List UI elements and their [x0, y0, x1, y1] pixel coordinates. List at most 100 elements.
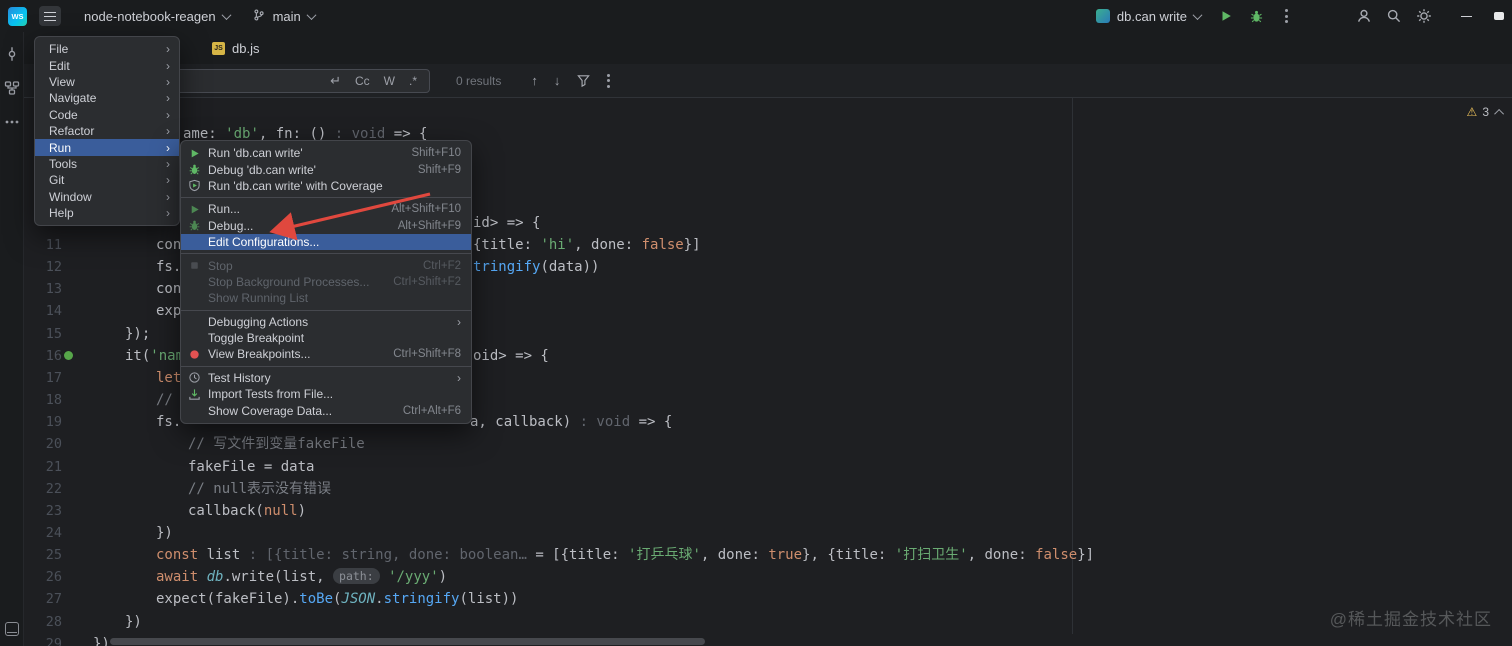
empty-icon-slot — [187, 315, 202, 329]
run-config-icon — [1095, 9, 1110, 23]
menu-item-label: View — [49, 74, 75, 89]
menu-item-label: Tools — [49, 156, 78, 171]
menu-item-label: Debugging Actions — [208, 314, 309, 329]
user-account-button[interactable] — [1352, 4, 1376, 28]
menu-item-edit[interactable]: Edit › — [35, 57, 179, 73]
menu-item-edit-configurations[interactable]: Edit Configurations... — [181, 233, 471, 251]
menu-item-help[interactable]: Help › — [35, 205, 179, 221]
menu-item-test-history[interactable]: Test History › — [181, 370, 471, 386]
menu-item-import-tests-from-file[interactable]: Import Tests from File... — [181, 386, 471, 402]
menu-item-shortcut: Shift+F9 — [417, 163, 461, 176]
empty-icon-slot — [187, 331, 202, 345]
menu-item-run-db-can-write[interactable]: Run 'db.can write' Shift+F10 — [181, 145, 471, 161]
menu-item-navigate[interactable]: Navigate › — [35, 90, 179, 106]
regex-toggle[interactable]: .* — [409, 75, 417, 87]
menu-item-shortcut: Alt+Shift+F9 — [397, 219, 461, 232]
debug-button[interactable] — [1244, 4, 1268, 28]
tab-db-js[interactable]: JS db.js — [200, 32, 271, 64]
tab-bar: JS db.js — [24, 32, 1512, 64]
more-run-actions-button[interactable] — [1274, 4, 1298, 28]
commit-tool-icon[interactable] — [4, 46, 20, 62]
bug-icon — [1250, 10, 1262, 22]
newline-icon[interactable]: ↵ — [330, 74, 341, 87]
menu-item-debug-db-can-write[interactable]: Debug 'db.can write' Shift+F9 — [181, 161, 471, 177]
menu-item-show-coverage-data[interactable]: Show Coverage Data... Ctrl+Alt+F6 — [181, 402, 471, 418]
menu-item-label: Stop — [208, 258, 233, 273]
menu-item-view[interactable]: View › — [35, 74, 179, 90]
menu-item-file[interactable]: File › — [35, 41, 179, 57]
minimize-button[interactable] — [1454, 4, 1478, 28]
search-everywhere-button[interactable] — [1382, 4, 1406, 28]
menu-item-label: Debug... — [208, 218, 254, 233]
play-icon — [1222, 11, 1231, 21]
main-menu: File › Edit › View › Navigate › Code › Refactor › Ru… — [34, 36, 180, 227]
submenu-arrow-icon: › — [457, 370, 461, 385]
submenu-arrow-icon: › — [166, 74, 170, 89]
menu-item-toggle-breakpoint[interactable]: Toggle Breakpoint — [181, 330, 471, 346]
submenu-arrow-icon: › — [457, 314, 461, 329]
menu-separator — [181, 197, 471, 199]
submenu-arrow-icon: › — [166, 156, 170, 171]
menu-item-show-running-list[interactable]: Show Running List — [181, 290, 471, 306]
menu-item-label: View Breakpoints... — [208, 347, 311, 362]
main-menu-button[interactable] — [39, 6, 61, 26]
run-button[interactable] — [1214, 4, 1238, 28]
menu-item-refactor[interactable]: Refactor › — [35, 123, 179, 139]
menu-item-label: Show Coverage Data... — [208, 403, 333, 418]
branch-widget[interactable]: main — [245, 5, 322, 28]
submenu-arrow-icon: › — [166, 58, 170, 73]
menu-item-code[interactable]: Code › — [35, 107, 179, 123]
project-widget[interactable]: node-notebook-reagen — [77, 6, 237, 27]
bottom-panel-icon[interactable] — [4, 622, 19, 636]
menu-item-run[interactable]: Run › — [35, 139, 179, 156]
breakpoint-icon — [187, 347, 202, 361]
whole-words-toggle[interactable]: W — [384, 75, 395, 87]
menu-item-run[interactable]: Run... Alt+Shift+F10 — [181, 201, 471, 217]
kebab-icon — [1284, 9, 1288, 23]
submenu-arrow-icon: › — [166, 42, 170, 57]
menu-item-label: Import Tests from File... — [208, 387, 334, 402]
menu-item-label: Edit — [49, 58, 70, 73]
menu-item-label: Toggle Breakpoint — [208, 331, 305, 346]
person-icon — [1357, 9, 1371, 22]
submenu-arrow-icon: › — [166, 107, 170, 122]
menu-item-debug[interactable]: Debug... Alt+Shift+F9 — [181, 218, 471, 234]
run-dim-icon — [187, 202, 202, 216]
webstorm-logo-icon: WS — [8, 6, 27, 26]
structure-tool-icon[interactable] — [4, 80, 20, 96]
submenu-arrow-icon: › — [166, 91, 170, 106]
menu-item-run-db-can-write-with-coverage[interactable]: Run 'db.can write' with Coverage — [181, 178, 471, 194]
search-more-options-button[interactable] — [607, 73, 611, 88]
horizontal-scrollbar[interactable] — [110, 638, 705, 645]
menu-item-view-breakpoints[interactable]: View Breakpoints... Ctrl+Shift+F8 — [181, 346, 471, 362]
run-submenu: Run 'db.can write' Shift+F10 Debug 'db.can… — [180, 140, 472, 424]
empty-icon-slot — [187, 404, 202, 418]
run-icon — [187, 146, 202, 160]
menu-item-debugging-actions[interactable]: Debugging Actions › — [181, 314, 471, 330]
tab-label: db.js — [232, 40, 260, 56]
match-case-toggle[interactable]: Cc — [355, 75, 370, 87]
window-control-partial[interactable] — [1494, 12, 1504, 20]
run-config-selector[interactable]: db.can write — [1089, 6, 1208, 27]
ide-window: WS node-notebook-reagen main db.can writ… — [0, 0, 1512, 646]
menu-item-git[interactable]: Git › — [35, 172, 179, 188]
filter-search-button[interactable] — [576, 73, 591, 88]
inspections-widget[interactable]: ⚠ 3 — [1467, 105, 1505, 119]
menu-item-stop-background-processes[interactable]: Stop Background Processes... Ctrl+Shift+F… — [181, 274, 471, 290]
more-tools-icon[interactable] — [4, 114, 20, 130]
menu-item-stop[interactable]: Stop Ctrl+F2 — [181, 257, 471, 273]
settings-button[interactable] — [1412, 4, 1436, 28]
menu-item-tools[interactable]: Tools › — [35, 156, 179, 172]
menu-item-label: Navigate — [49, 91, 97, 106]
gear-icon — [1417, 9, 1431, 23]
next-occurrence-button[interactable]: ↓ — [554, 73, 561, 88]
empty-icon-slot — [187, 235, 202, 249]
menu-item-label: Help — [49, 206, 74, 221]
menu-item-label: Run — [49, 140, 72, 155]
menu-separator — [181, 253, 471, 255]
debug-dim-icon — [187, 219, 202, 233]
menu-item-window[interactable]: Window › — [35, 189, 179, 205]
previous-occurrence-button[interactable]: ↑ — [531, 73, 538, 88]
javascript-file-icon: JS — [212, 41, 225, 55]
menu-item-label: Show Running List — [208, 291, 309, 306]
